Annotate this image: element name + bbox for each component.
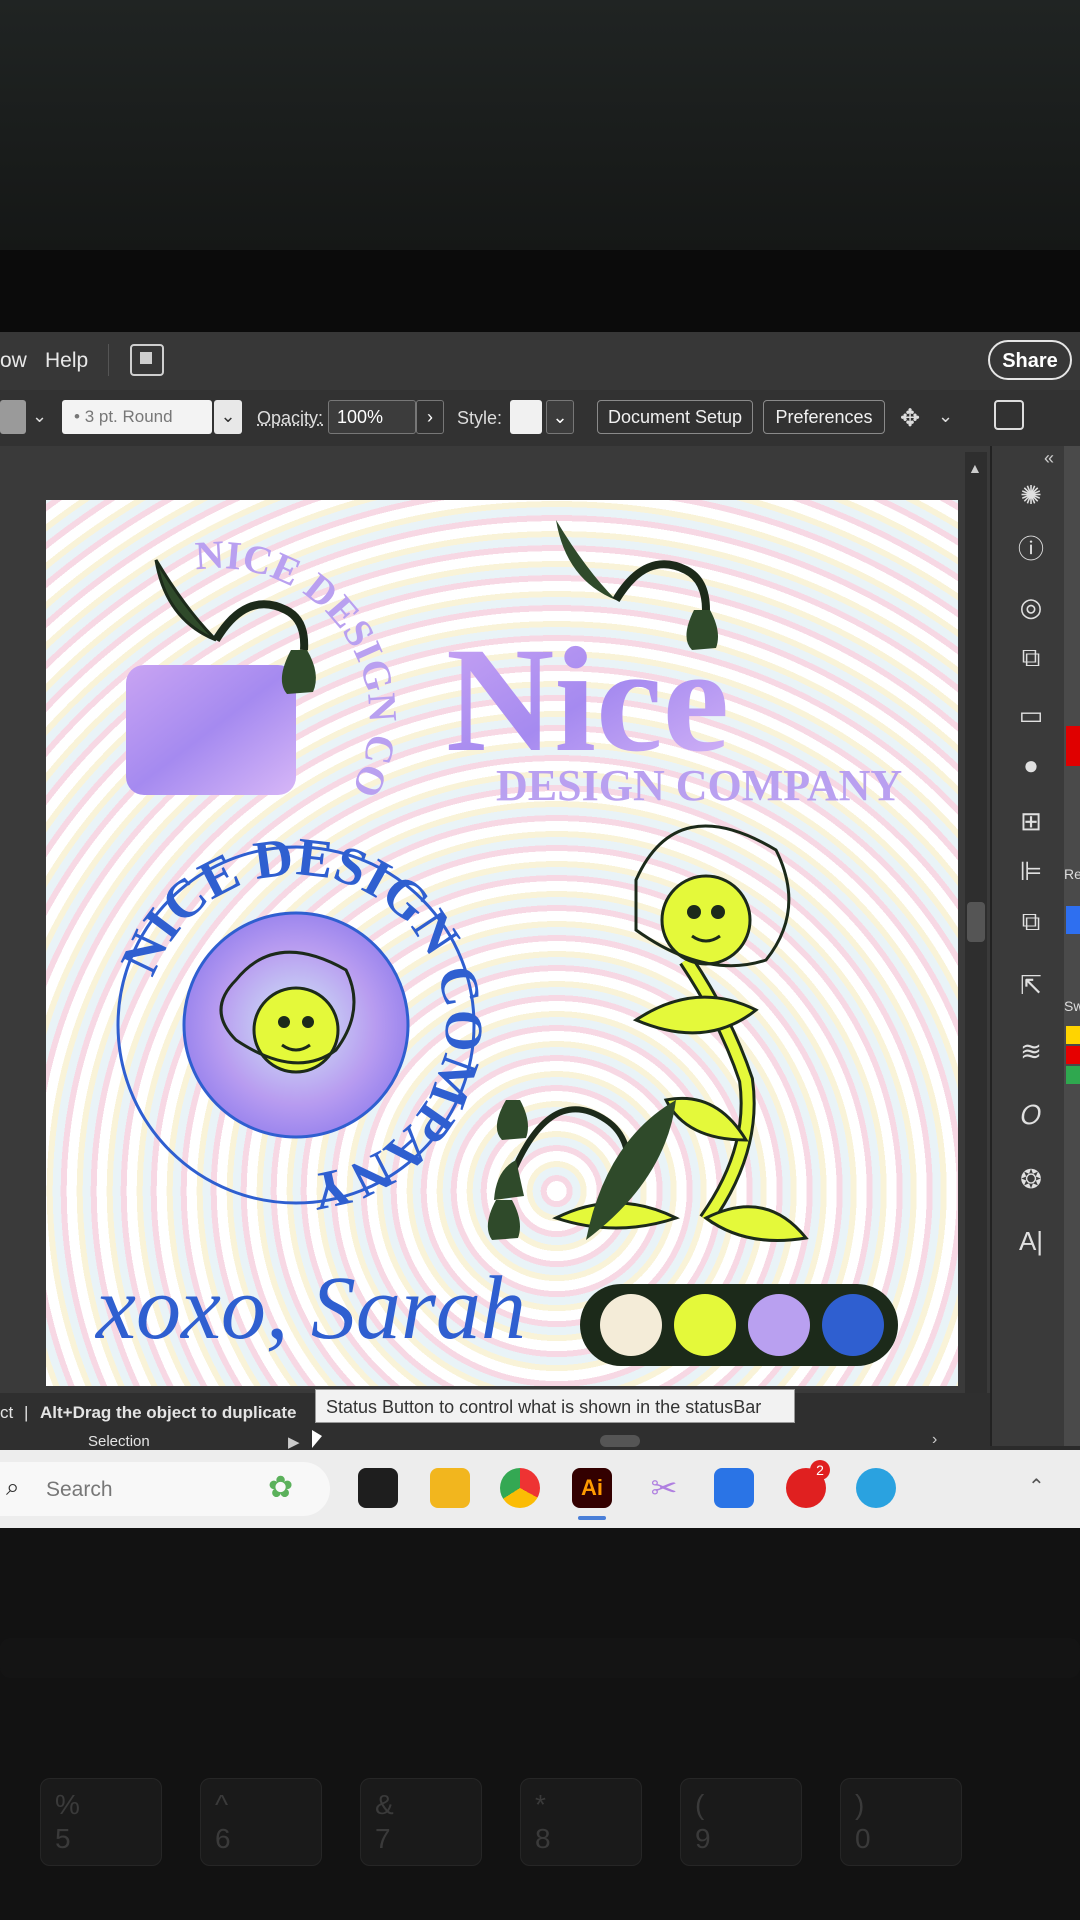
palette-swatches (580, 1284, 898, 1366)
transparency-icon[interactable]: ● (1014, 750, 1048, 780)
stroke-dot-icon: • (74, 407, 85, 426)
laptop-bezel (0, 250, 1080, 336)
key-6: ^ 6 (200, 1778, 322, 1866)
key-5: % 5 (40, 1778, 162, 1866)
taskbar: ⌕ Search ✿ Ai ✂ 2 ⌃ (0, 1450, 1080, 1528)
palette-swatch (748, 1294, 810, 1356)
menu-item-help[interactable]: Help (45, 349, 88, 373)
key-9: (9 (680, 1778, 802, 1866)
search-icon: ⌕ (6, 1474, 20, 1501)
export-icon[interactable]: ⇱ (1014, 970, 1048, 1000)
symbols-icon[interactable]: ❂ (1014, 1164, 1048, 1194)
share-button[interactable]: Share (988, 340, 1072, 380)
opacity-input[interactable]: 100% (328, 400, 416, 434)
menu-bar: ow Help Share (0, 332, 1080, 390)
notification-badge: 2 (810, 1460, 830, 1480)
align-icon[interactable]: ⊫ (1014, 856, 1048, 886)
document-setup-button[interactable]: Document Setup (597, 400, 753, 434)
status-hint: Alt+Drag the object to duplicate (40, 1403, 297, 1422)
vertical-scrollbar[interactable]: ▲ (965, 452, 987, 1427)
character-icon[interactable]: 𝑂 (1014, 1100, 1048, 1130)
chevron-down-icon[interactable]: ⌄ (546, 400, 574, 434)
mouse-cursor-icon (312, 1430, 322, 1448)
flower-character (552, 824, 809, 1242)
logo-n-mark (126, 559, 316, 795)
status-tooltip: Status Button to control what is shown i… (315, 1389, 795, 1423)
properties-icon[interactable]: ✺ (1014, 480, 1048, 510)
menu-divider (108, 344, 109, 376)
arrange-documents-icon[interactable] (130, 344, 164, 376)
tray-chevron-up-icon[interactable]: ⌃ (1028, 1474, 1045, 1499)
task-view-icon[interactable] (358, 1468, 398, 1508)
artboard[interactable]: NICE DESIGN CO. Nice DESIGN COMPANY NICE… (46, 500, 958, 1386)
taskbar-search[interactable]: ⌕ Search ✿ (0, 1462, 330, 1516)
opacity-label[interactable]: Opacity: (257, 408, 323, 429)
scroll-right-icon[interactable]: › (932, 1431, 937, 1449)
swatch-blue[interactable] (1066, 906, 1080, 934)
stroke-profile-select[interactable]: • 3 pt. Round (62, 400, 212, 434)
panel-toggle-icon[interactable] (994, 400, 1024, 430)
status-left-text: ct (0, 1403, 14, 1422)
collapse-icon[interactable]: « (1044, 448, 1054, 469)
sparkle-icon[interactable]: ✥ (900, 404, 920, 433)
swatch-green[interactable] (1066, 1066, 1080, 1084)
design-company-text: DESIGN COMPANY (496, 761, 902, 810)
swatch-red-2[interactable] (1066, 1046, 1080, 1064)
artboards-icon[interactable]: ⊞ (1014, 806, 1048, 836)
illustrator-icon[interactable]: Ai (572, 1468, 612, 1508)
chevron-right-icon[interactable]: › (416, 400, 444, 434)
stroke-profile-value: 3 pt. Round (84, 407, 173, 426)
fill-swatch[interactable] (0, 400, 26, 434)
graphic-style-swatch[interactable] (510, 400, 542, 434)
plant-widget-icon[interactable]: ✿ (268, 1470, 293, 1505)
gradient-icon[interactable]: ▭ (1014, 700, 1048, 730)
search-placeholder: Search (46, 1478, 113, 1501)
nice-wordmark: Nice (446, 617, 729, 783)
roblox-icon[interactable] (714, 1468, 754, 1508)
scroll-up-icon[interactable]: ▲ (968, 460, 982, 476)
file-explorer-icon[interactable] (430, 1468, 470, 1508)
scrollbar-thumb[interactable] (967, 902, 985, 942)
chevron-down-icon[interactable]: ⌄ (214, 400, 242, 434)
menu-item-window[interactable]: ow (0, 349, 27, 373)
style-label: Style: (457, 408, 503, 428)
transform-icon[interactable]: ⧉ (1014, 642, 1048, 672)
type-icon[interactable]: A| (1014, 1226, 1048, 1256)
chevron-down-icon[interactable]: ⌄ (938, 406, 953, 427)
status-divider: | (24, 1403, 29, 1422)
signature-text: xoxo, Sarah (94, 1259, 526, 1358)
keyboard-row-top (0, 1638, 1080, 1678)
key-7: & 7 (360, 1778, 482, 1866)
layers-icon[interactable]: ≋ (1014, 1036, 1048, 1066)
pathfinder-icon[interactable]: ⧉ (1014, 906, 1048, 936)
snipping-tool-icon[interactable]: ✂ (644, 1468, 684, 1508)
current-tool-label[interactable]: Selection (88, 1433, 150, 1450)
palette-swatch (600, 1294, 662, 1356)
info-icon[interactable]: ⓘ (1014, 534, 1048, 564)
preferences-button[interactable]: Preferences (763, 400, 885, 434)
control-bar: ⌄ • 3 pt. Round ⌄ Opacity: 100% › Style:… (0, 390, 1080, 447)
key-0: ) 0 (840, 1778, 962, 1866)
swatch-red[interactable] (1066, 726, 1080, 766)
horizontal-scroll-thumb[interactable] (600, 1435, 640, 1447)
panel-label-sw: Sw (1064, 998, 1080, 1014)
status-menu-arrow-icon[interactable]: ▶ (288, 1433, 300, 1451)
panel-label-re: Re (1064, 866, 1080, 882)
telegram-icon[interactable] (856, 1468, 896, 1508)
key-8: * 8 (520, 1778, 642, 1866)
palette-swatch (674, 1294, 736, 1356)
swatches-panel-edge: Re Sw (1064, 446, 1080, 1446)
keyboard: % 5 ^ 6 & 7 * 8 (9 ) 0 (0, 1528, 1080, 1920)
active-app-indicator (578, 1516, 606, 1520)
appearance-icon[interactable]: ◎ (1014, 592, 1048, 622)
swatch-yellow[interactable] (1066, 1026, 1080, 1044)
chrome-icon[interactable] (500, 1468, 540, 1508)
palette-swatch (822, 1294, 884, 1356)
background-wall (0, 0, 1080, 270)
chevron-down-icon[interactable]: ⌄ (32, 406, 47, 427)
